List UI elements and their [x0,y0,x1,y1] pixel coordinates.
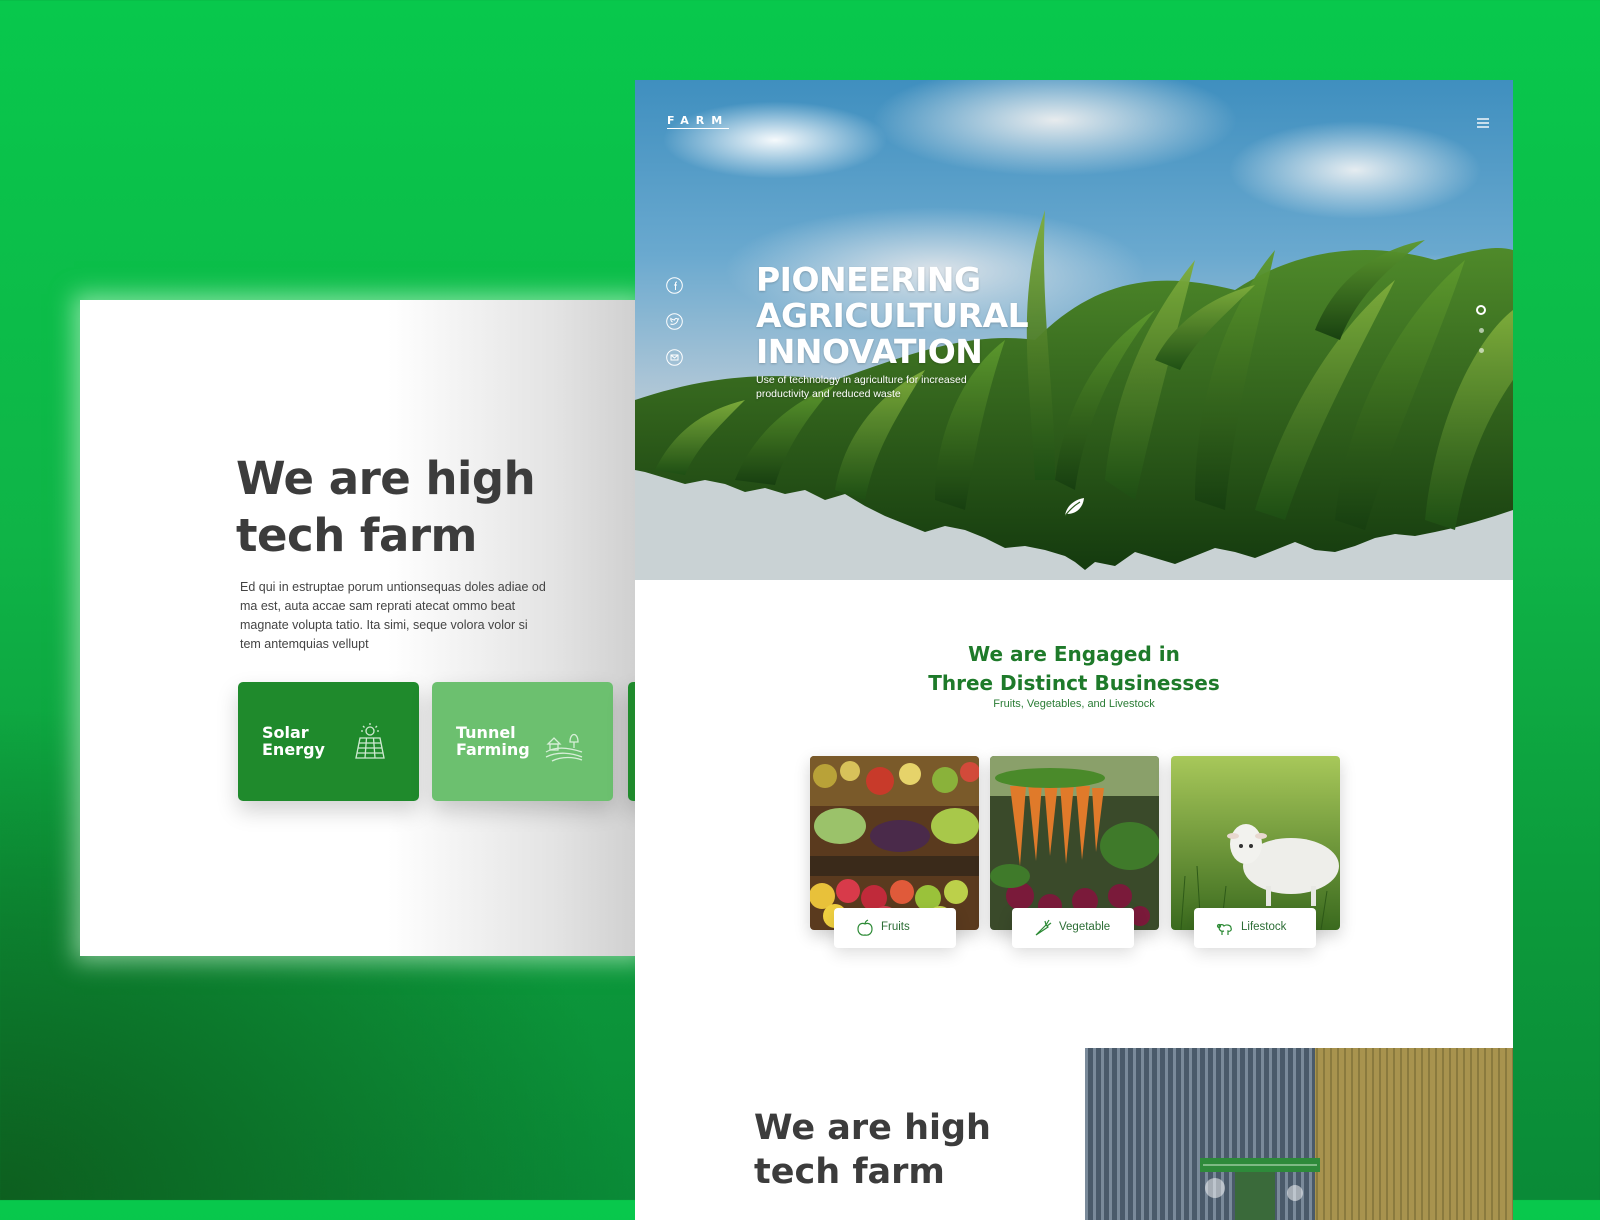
vegetable-label-card[interactable]: Vegetable [1012,908,1134,948]
farm-field-icon [545,733,583,762]
businesses-heading-line1: We are Engaged in [968,642,1180,666]
vegetable-label: Vegetable [1059,921,1111,933]
slide-dot-3[interactable] [1479,348,1484,353]
sheep-icon [1216,923,1232,935]
slide-dot-2[interactable] [1479,328,1484,333]
intro-title: We are high tech farm [236,452,536,562]
feature-label: Tunnel Farming [456,723,530,759]
hero-section: FARM PIONEERING AGRICULTURAL INNOVATION … [635,80,1513,580]
vegetable-image[interactable] [990,756,1159,930]
livestock-image[interactable] [1171,756,1340,930]
twitter-icon[interactable] [666,313,683,330]
email-icon[interactable] [666,349,683,366]
businesses-heading: We are Engaged in Three Distinct Busines… [635,640,1513,698]
hero-subtitle: Use of technology in agriculture for inc… [756,374,967,400]
hero-title: PIONEERING AGRICULTURAL INNOVATION [756,260,1029,371]
leaf-icon [1064,498,1084,517]
businesses-subtitle: Fruits, Vegetables, and Livestock [993,698,1155,710]
site-preview: FARM PIONEERING AGRICULTURAL INNOVATION … [635,80,1513,1220]
intro-paragraph: Ed qui in estruptae porum untionsequas d… [240,580,546,651]
feature-card-solar-energy[interactable]: Solar Energy [238,682,419,801]
fruits-label-card[interactable]: Fruits [834,908,956,948]
livestock-label-card[interactable]: Lifestock [1194,908,1316,948]
fruits-image[interactable] [810,756,979,930]
about-title: We are high tech farm [754,1108,991,1192]
apple-icon [857,919,873,936]
businesses-heading-line2: Three Distinct Businesses [928,671,1220,695]
solar-panel-icon [355,723,385,759]
feature-label: Solar Energy [262,723,325,759]
intro-card: We are high tech farm Ed qui in estrupta… [80,300,640,956]
feature-card-tunnel-farming[interactable]: Tunnel Farming [432,682,613,801]
site-logo[interactable]: FARM [667,114,730,129]
aerial-field-image [1085,1048,1513,1220]
livestock-label: Lifestock [1241,921,1287,933]
hamburger-menu-icon[interactable] [1477,118,1489,128]
fruits-label: Fruits [881,921,910,933]
facebook-icon[interactable] [666,277,683,294]
carrot-icon [1035,919,1052,936]
slide-dot-1[interactable] [1476,305,1486,315]
